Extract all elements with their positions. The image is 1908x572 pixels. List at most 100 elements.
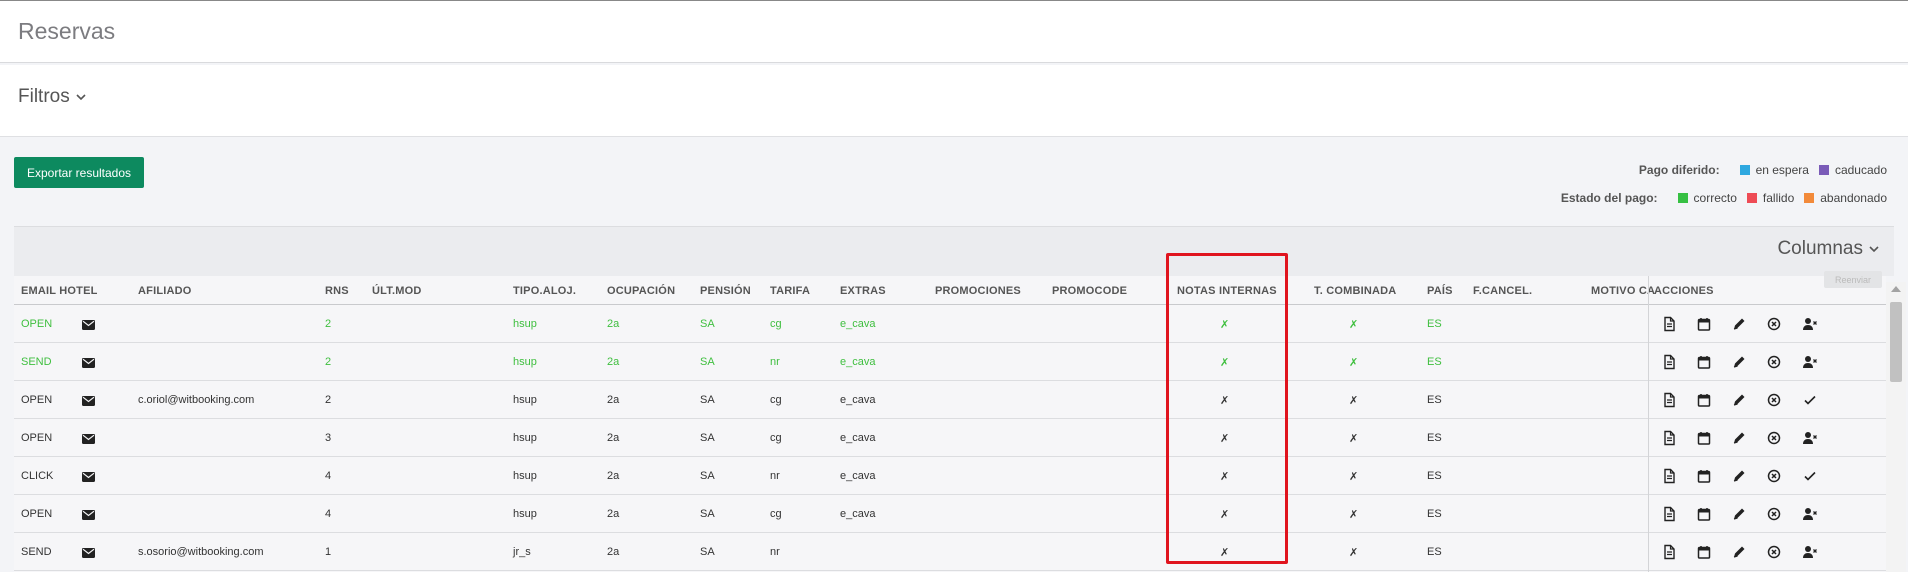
export-results-button[interactable]: Exportar resultados	[14, 157, 144, 188]
tipo-aloj-cell: hsup	[513, 318, 537, 330]
calendar-icon[interactable]	[1696, 468, 1712, 484]
cancel-circle-icon[interactable]	[1766, 354, 1782, 370]
mail-icon[interactable]	[82, 469, 95, 482]
pencil-icon[interactable]	[1731, 430, 1747, 446]
pencil-icon[interactable]	[1731, 354, 1747, 370]
document-icon[interactable]	[1661, 430, 1677, 446]
t-combinada-cell: ✗	[1349, 395, 1359, 407]
pencil-icon[interactable]	[1731, 316, 1747, 332]
rns-cell: 4	[325, 470, 332, 482]
table-row[interactable]: OPEN 3 hsup 2a SA cg e_cava ✗ ✗ ES	[14, 419, 1886, 457]
user-remove-icon[interactable]	[1802, 544, 1818, 560]
t-combinada-cell: ✗	[1349, 433, 1359, 445]
user-remove-icon[interactable]	[1802, 506, 1818, 522]
header-notas-internas[interactable]: NOTAS INTERNAS	[1177, 285, 1277, 297]
cancel-circle-icon[interactable]	[1766, 468, 1782, 484]
extras-cell: e_cava	[840, 508, 876, 520]
vertical-scrollbar[interactable]	[1886, 282, 1906, 572]
header-promociones[interactable]: PROMOCIONES	[935, 285, 1021, 297]
document-icon[interactable]	[1661, 316, 1677, 332]
cancel-circle-icon[interactable]	[1766, 316, 1782, 332]
tarifa-cell: nr	[770, 470, 780, 482]
tipo-aloj-cell: hsup	[513, 356, 537, 368]
header-tipo-aloj[interactable]: TIPO.ALOJ.	[513, 285, 576, 297]
extras-cell: e_cava	[840, 394, 876, 406]
header-motivo-cancel[interactable]: MOTIVO CA	[1591, 285, 1655, 297]
page-header: Reservas	[0, 1, 1908, 63]
rns-cell: 4	[325, 508, 332, 520]
table-row[interactable]: OPEN 2 hsup 2a SA cg e_cava ✗ ✗ ES	[14, 305, 1886, 343]
header-rns[interactable]: RNS	[325, 285, 349, 297]
ocupacion-cell: 2a	[607, 546, 620, 558]
mail-icon[interactable]	[82, 431, 95, 444]
document-icon[interactable]	[1661, 354, 1677, 370]
tarifa-cell: nr	[770, 546, 780, 558]
header-pais[interactable]: PAÍS	[1427, 285, 1453, 297]
legend-item: abandonado	[1804, 191, 1887, 205]
header-afiliado[interactable]: AFILIADO	[138, 285, 192, 297]
calendar-icon[interactable]	[1696, 506, 1712, 522]
pencil-icon[interactable]	[1731, 544, 1747, 560]
table-row[interactable]: OPEN 4 hsup 2a SA cg e_cava ✗ ✗ ES	[14, 495, 1886, 533]
document-icon[interactable]	[1661, 544, 1677, 560]
mail-icon[interactable]	[82, 507, 95, 520]
t-combinada-cell: ✗	[1349, 357, 1359, 369]
tarifa-cell: cg	[770, 318, 782, 330]
pension-cell: SA	[700, 432, 715, 444]
user-remove-icon[interactable]	[1802, 430, 1818, 446]
header-t-combinada[interactable]: T. COMBINADA	[1314, 285, 1396, 297]
calendar-icon[interactable]	[1696, 430, 1712, 446]
document-icon[interactable]	[1661, 468, 1677, 484]
scrollbar-thumb[interactable]	[1890, 302, 1902, 382]
mail-icon[interactable]	[82, 317, 95, 330]
mail-icon[interactable]	[82, 545, 95, 558]
document-icon[interactable]	[1661, 392, 1677, 408]
pencil-icon[interactable]	[1731, 506, 1747, 522]
header-pension[interactable]: PENSIÓN	[700, 285, 751, 297]
check-icon[interactable]	[1802, 468, 1818, 484]
header-ocupacion[interactable]: OCUPACIÓN	[607, 285, 675, 297]
header-tarifa[interactable]: TARIFA	[770, 285, 810, 297]
header-f-cancel[interactable]: F.CANCEL.	[1473, 285, 1532, 297]
columns-toggle[interactable]: Columnas	[1777, 238, 1881, 260]
document-icon[interactable]	[1661, 506, 1677, 522]
scroll-up-arrow[interactable]	[1891, 286, 1901, 292]
check-icon[interactable]	[1802, 392, 1818, 408]
user-remove-icon[interactable]	[1802, 354, 1818, 370]
user-remove-icon[interactable]	[1802, 316, 1818, 332]
legend-title: Estado del pago:	[1560, 191, 1658, 205]
pencil-icon[interactable]	[1731, 392, 1747, 408]
notas-internas-cell: ✗	[1220, 357, 1230, 369]
cancel-circle-icon[interactable]	[1766, 506, 1782, 522]
calendar-icon[interactable]	[1696, 316, 1712, 332]
cancel-circle-icon[interactable]	[1766, 392, 1782, 408]
filters-toggle[interactable]: Filtros	[18, 86, 88, 108]
email-status-cell: OPEN	[21, 318, 53, 330]
header-ult-mod[interactable]: ÚLT.MOD	[372, 285, 421, 297]
mail-icon[interactable]	[82, 355, 95, 368]
pension-cell: SA	[700, 356, 715, 368]
pencil-icon[interactable]	[1731, 468, 1747, 484]
pais-cell: ES	[1427, 470, 1442, 482]
table-row[interactable]: SEND s.osorio@witbooking.com 1 jr_s 2a SA nr ✗ ✗…	[14, 533, 1886, 571]
notas-internas-cell: ✗	[1220, 433, 1230, 445]
table-row[interactable]: SEND 2 hsup 2a SA nr e_cava ✗ ✗ ES	[14, 343, 1886, 381]
cancel-circle-icon[interactable]	[1766, 544, 1782, 560]
ocupacion-cell: 2a	[607, 470, 620, 482]
legend-label: en espera	[1755, 163, 1809, 177]
pais-cell: ES	[1427, 394, 1442, 406]
table-row[interactable]: OPEN c.oriol@witbooking.com 2 hsup 2a SA cg e_c…	[14, 381, 1886, 419]
header-email-hotel[interactable]: EMAIL HOTEL	[21, 285, 98, 297]
calendar-icon[interactable]	[1696, 354, 1712, 370]
calendar-icon[interactable]	[1696, 392, 1712, 408]
calendar-icon[interactable]	[1696, 544, 1712, 560]
cancel-circle-icon[interactable]	[1766, 430, 1782, 446]
header-promocode[interactable]: PROMOCODE	[1052, 285, 1127, 297]
mail-icon[interactable]	[82, 393, 95, 406]
legend-swatch	[1804, 193, 1815, 203]
pension-cell: SA	[700, 394, 715, 406]
table-row[interactable]: CLICK 4 hsup 2a SA nr e_cava ✗ ✗ ES	[14, 457, 1886, 495]
afiliado-cell: s.osorio@witbooking.com	[138, 546, 264, 558]
header-extras[interactable]: EXTRAS	[840, 285, 886, 297]
tarifa-cell: cg	[770, 432, 782, 444]
